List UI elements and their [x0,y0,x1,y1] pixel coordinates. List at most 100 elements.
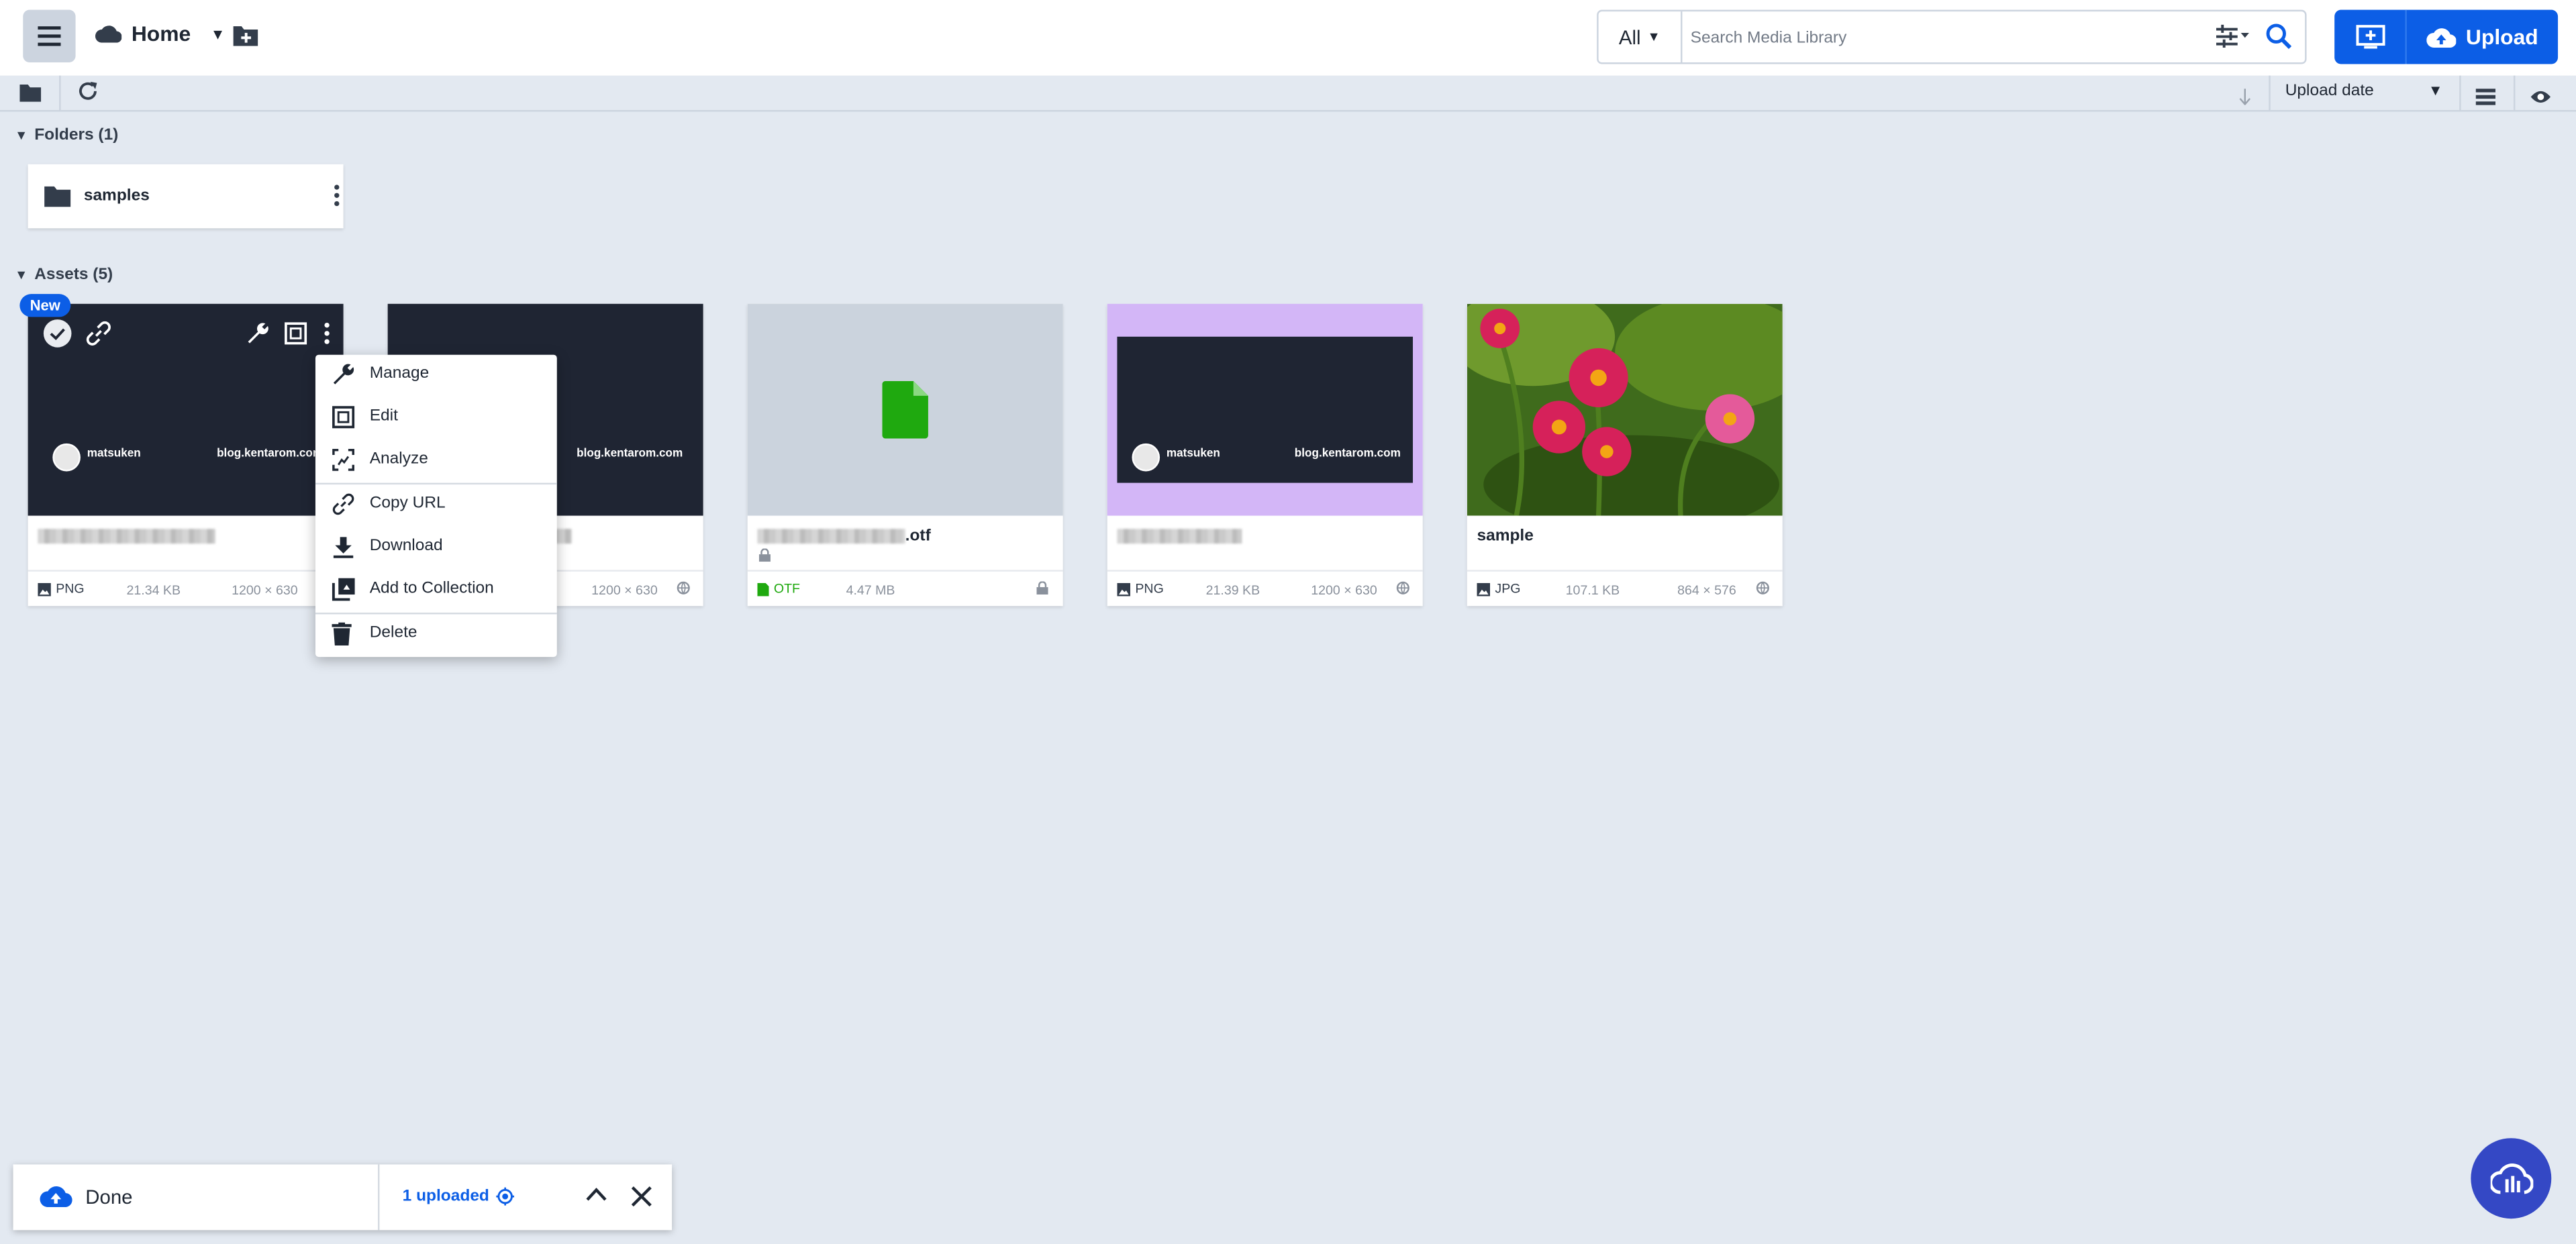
trash-icon [332,622,352,645]
menu-item-label: Delete [369,624,417,643]
crop-icon[interactable] [284,322,307,345]
avatar [52,443,81,472]
sort-direction-button[interactable] [2238,84,2252,113]
globe-icon [677,581,690,594]
link-icon [332,493,354,515]
banner-username: matsuken [1166,448,1220,460]
preview-toggle-button[interactable] [2530,84,2551,113]
assets-header-label: Assets (5) [34,266,113,284]
select-check-icon[interactable] [43,319,72,348]
close-icon[interactable] [631,1186,652,1207]
menu-item-edit[interactable]: Edit [315,397,557,437]
menu-item-download[interactable]: Download [315,527,557,567]
list-view-button[interactable] [2475,84,2496,113]
caret-down-icon: ▼ [210,25,226,42]
search-scope-dropdown[interactable]: All ▼ [1599,11,1683,63]
asset-name: .otf [757,527,931,546]
globe-icon [1756,581,1769,594]
hamburger-menu-button[interactable] [23,9,76,63]
chevron-up-icon[interactable] [585,1186,607,1202]
menu-item-label: Manage [369,364,430,383]
wrench-icon [333,364,354,384]
search-button[interactable] [2265,23,2292,57]
menu-item-add-to-collection[interactable]: Add to Collection [315,570,557,609]
upload-status-label: Done [85,1186,133,1209]
media-assistant-button[interactable] [2471,1138,2552,1219]
media-library-app: Home ▼ All ▼ Upload [0,0,2576,1243]
asset-card[interactable]: matsuken blog.kentarom.com PNG 21.39 KB … [1107,303,1423,607]
folder-view-button[interactable] [19,81,42,110]
asset-format-label: PNG [1135,581,1164,597]
more-vertical-icon[interactable] [334,184,340,207]
asset-dims: 1200 × 630 [232,582,298,598]
more-vertical-icon[interactable] [324,322,330,345]
menu-item-analyze[interactable]: Analyze [315,440,557,480]
lock-icon [1036,581,1048,595]
arrow-down-icon [2239,89,2251,106]
cloud-upload-icon [2426,28,2457,48]
hamburger-icon [38,26,61,46]
secondary-toolbar: Upload date ▼ [0,75,2576,113]
cloud-upload-icon [40,1186,72,1208]
banner-site: blog.kentarom.com [217,448,324,460]
asset-name-ext: .otf [905,527,931,546]
asset-size: 4.47 MB [846,582,895,598]
location-label: Home [131,21,191,46]
toolbar-divider [59,75,61,110]
refresh-button[interactable] [77,81,99,110]
link-icon[interactable] [85,320,111,346]
image-icon [1477,582,1491,596]
image-icon [38,582,51,596]
search-icon [2266,23,2292,50]
menu-item-delete[interactable]: Delete [315,614,557,654]
asset-thumbnail: matsuken blog.kentarom.com [1107,303,1423,516]
banner-image: matsuken blog.kentarom.com [1117,336,1414,483]
asset-card[interactable]: matsuken blog.kentarom.com PNG 21.34 KB … [28,303,344,607]
asset-context-menu: Manage Edit Analyze Copy URL Download Ad… [315,354,557,658]
toolbar-divider [2513,75,2516,110]
banner-username: matsuken [87,448,141,460]
image-icon [1117,582,1131,596]
asset-format-label: OTF [773,581,801,597]
caret-down-icon[interactable]: ▼ [2428,82,2443,98]
upload-button-group: Upload [2334,9,2559,64]
asset-meta: JPG 107.1 KB 864 × 576 [1467,580,1783,599]
sort-dropdown-label[interactable]: Upload date [2285,82,2374,100]
toolbar-divider [2459,75,2461,110]
upload-from-source-button[interactable] [2334,9,2407,64]
file-icon [757,582,769,596]
asset-card[interactable]: sample JPG 107.1 KB 864 × 576 [1467,303,1783,607]
asset-size: 107.1 KB [1565,582,1620,598]
upload-status: Done [13,1164,380,1231]
analyze-icon [332,448,354,471]
folder-card[interactable]: samples [28,164,344,229]
locate-icon [495,1187,514,1206]
divider [1107,570,1423,572]
divider [747,570,1063,572]
folder-icon [44,186,71,207]
asset-name-blurred [1117,527,1242,546]
menu-item-copy-url[interactable]: Copy URL [315,484,557,524]
assets-section-toggle[interactable]: ▼ Assets (5) [15,266,113,284]
wrench-icon[interactable] [246,322,269,345]
new-badge: New [19,294,71,317]
search-input[interactable] [1687,19,2187,56]
upload-button[interactable]: Upload [2407,10,2558,64]
uploaded-count-link[interactable]: 1 uploaded [403,1187,514,1206]
location-dropdown[interactable]: Home ▼ [95,21,225,46]
asset-size: 21.39 KB [1205,582,1260,598]
advanced-filter-button[interactable] [2216,24,2249,56]
avatar [1132,443,1160,472]
asset-dims: 864 × 576 [1677,582,1736,598]
new-folder-button[interactable] [233,25,258,54]
folder-name: samples [83,187,150,205]
folders-header-label: Folders (1) [34,126,119,145]
folders-section-toggle[interactable]: ▼ Folders (1) [15,126,118,144]
hover-actions [28,304,344,370]
menu-item-label: Copy URL [369,494,446,513]
menu-item-manage[interactable]: Manage [315,355,557,395]
asset-card[interactable]: .otf OTF 4.47 MB [747,303,1063,607]
asset-format: PNG [1117,581,1164,597]
crop-icon [332,406,355,429]
collapse-triangle-icon: ▼ [15,127,28,143]
